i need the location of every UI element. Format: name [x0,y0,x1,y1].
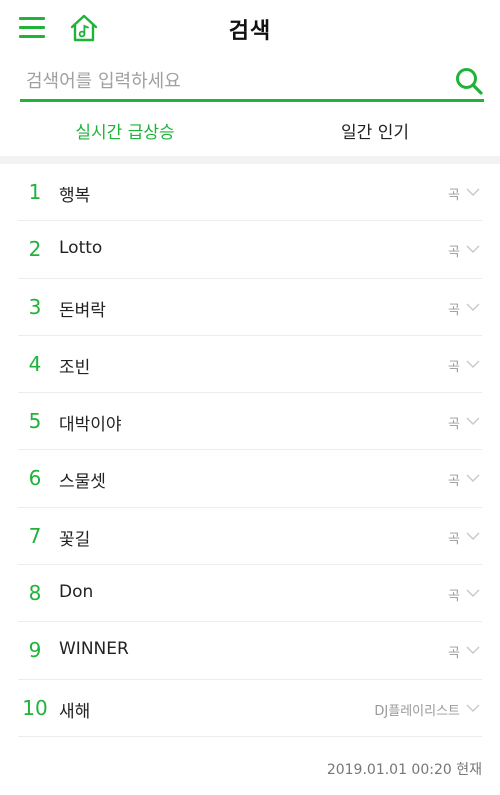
chevron-down-icon[interactable] [466,645,480,655]
rank-number: 8 [28,581,42,606]
chevron-down-icon[interactable] [466,703,480,713]
ranking-tabs: 실시간 급상승 일간 인기 [0,112,500,152]
rank-number: 3 [28,294,42,319]
rank-keyword: 돈벼락 [59,300,106,321]
section-divider [0,156,500,164]
rank-type-label: 곡 [448,417,460,433]
rank-type-label: 곡 [448,646,460,662]
rank-type-label: 곡 [448,188,460,203]
search-bar [20,64,484,102]
rank-number: 10 [22,695,48,720]
list-item[interactable]: 7 꽃길 곡 [18,508,482,566]
rank-keyword: 조빈 [59,357,91,378]
list-item[interactable]: 10 새해 DJ플레이리스트 [18,680,482,737]
chevron-down-icon[interactable] [466,187,480,197]
chevron-down-icon[interactable] [466,359,480,369]
rank-keyword: 대박이야 [59,415,122,436]
chevron-down-icon[interactable] [466,531,480,541]
rank-type-label: 곡 [448,474,460,490]
tab-daily-popular[interactable]: 일간 인기 [250,118,500,143]
rank-type-label: DJ플레이리스트 [374,703,460,719]
chevron-down-icon[interactable] [466,588,480,598]
rank-number: 6 [28,466,42,491]
search-input[interactable] [26,64,446,98]
rank-keyword: 스물셋 [59,472,106,493]
page-title: 검색 [228,19,272,44]
rank-number: 4 [28,351,42,376]
list-item[interactable]: 3 돈벼락 곡 [18,279,482,336]
top-bar: 검색 [0,0,500,56]
rank-type-label: 곡 [448,589,460,605]
list-item[interactable]: 8 Don 곡 [18,565,482,623]
rank-type-label: 곡 [448,531,460,547]
chevron-down-icon[interactable] [466,416,480,426]
rank-type-label: 곡 [448,359,460,375]
rank-keyword: 행복 [59,186,91,206]
search-icon[interactable] [454,66,484,96]
rank-number: 2 [28,237,42,262]
rank-number: 5 [28,409,42,434]
list-item[interactable]: 6 스물셋 곡 [18,450,482,508]
rank-type-label: 곡 [448,245,460,261]
list-item[interactable]: 4 조빈 곡 [18,336,482,394]
rank-keyword: Lotto [59,238,103,259]
tab-realtime-rising[interactable]: 실시간 급상승 [0,118,250,143]
list-item[interactable]: 9 WINNER 곡 [18,622,482,680]
chevron-down-icon[interactable] [466,473,480,483]
chevron-down-icon[interactable] [466,302,480,312]
list-item[interactable]: 1 행복 곡 [18,164,482,222]
rank-number: 9 [28,638,42,663]
rank-keyword: 꽃길 [59,529,91,550]
rank-keyword: Don [59,582,94,603]
ranking-list: 1 행복 곡 2 Lotto 곡 3 돈벼락 곡 4 조빈 곡 5 대박이야 곡… [0,164,500,737]
list-item[interactable]: 5 대박이야 곡 [18,393,482,451]
rank-keyword: 새해 [59,701,91,722]
ranking-timestamp: 2019.01.01 00:20 현재 [326,762,482,778]
rank-keyword: WINNER [59,639,129,660]
chevron-down-icon[interactable] [466,244,480,254]
list-item[interactable]: 2 Lotto 곡 [18,221,482,279]
rank-number: 7 [28,523,42,548]
rank-number: 1 [28,180,42,204]
rank-type-label: 곡 [448,302,460,318]
